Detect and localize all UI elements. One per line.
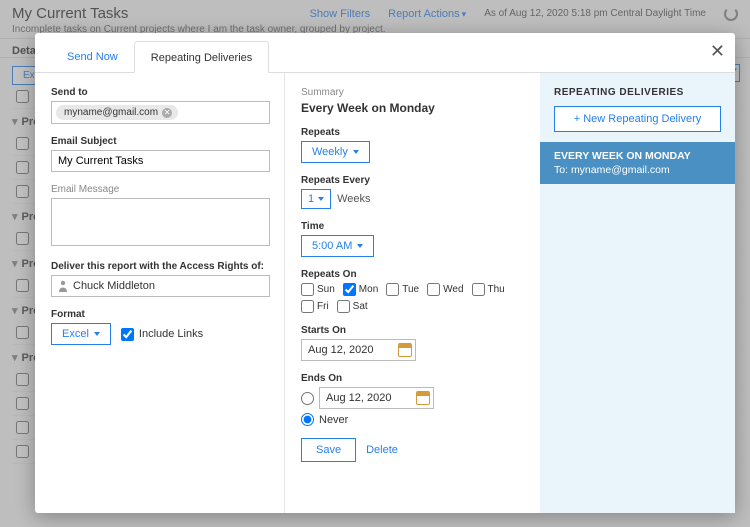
ends-on-never-radio[interactable]	[301, 413, 314, 426]
recipient-pill: myname@gmail.com ✕	[56, 105, 178, 120]
starts-on-label: Starts On	[301, 325, 524, 336]
repeating-deliveries-header: REPEATING DELIVERIES	[540, 87, 735, 106]
summary-text: Every Week on Monday	[301, 101, 524, 115]
time-select[interactable]: 5:00 AM	[301, 235, 374, 257]
ends-on-date-input[interactable]: Aug 12, 2020	[319, 387, 434, 409]
repeats-select[interactable]: Weekly	[301, 141, 370, 163]
day-wed-checkbox[interactable]: Wed	[427, 283, 463, 296]
remove-recipient-icon[interactable]: ✕	[162, 108, 172, 118]
repeats-label: Repeats	[301, 127, 524, 138]
format-label: Format	[51, 309, 270, 320]
delete-link[interactable]: Delete	[366, 444, 398, 456]
ends-on-never-label: Never	[319, 414, 348, 426]
send-to-input[interactable]: myname@gmail.com ✕	[51, 101, 270, 124]
delivery-modal: ✕ Send Now Repeating Deliveries Send to …	[35, 33, 735, 513]
access-rights-label: Deliver this report with the Access Righ…	[51, 261, 270, 272]
delivery-item-selected[interactable]: EVERY WEEK ON MONDAY To: myname@gmail.co…	[540, 142, 735, 184]
subject-input[interactable]	[51, 150, 270, 172]
day-sat-checkbox[interactable]: Sat	[337, 300, 368, 313]
middle-column: Summary Every Week on Monday Repeats Wee…	[285, 73, 540, 513]
repeats-every-unit: Weeks	[337, 193, 370, 205]
day-fri-checkbox[interactable]: Fri	[301, 300, 329, 313]
repeats-every-label: Repeats Every	[301, 175, 524, 186]
summary-label: Summary	[301, 87, 524, 98]
access-rights-input[interactable]: Chuck Middleton	[51, 275, 270, 297]
day-tue-checkbox[interactable]: Tue	[386, 283, 419, 296]
calendar-icon[interactable]	[398, 343, 412, 357]
format-select[interactable]: Excel	[51, 323, 111, 345]
day-sun-checkbox[interactable]: Sun	[301, 283, 335, 296]
time-label: Time	[301, 221, 524, 232]
repeats-every-value-select[interactable]: 1	[301, 189, 331, 209]
tab-repeating-deliveries[interactable]: Repeating Deliveries	[134, 41, 270, 73]
subject-label: Email Subject	[51, 136, 270, 147]
ends-on-date-radio[interactable]	[301, 392, 314, 405]
ends-on-label: Ends On	[301, 373, 524, 384]
new-repeating-delivery-button[interactable]: + New Repeating Delivery	[554, 106, 721, 132]
person-icon	[58, 280, 68, 292]
message-textarea[interactable]	[51, 198, 270, 246]
day-mon-checkbox[interactable]: Mon	[343, 283, 378, 296]
tab-send-now[interactable]: Send Now	[51, 41, 134, 72]
repeats-on-label: Repeats On	[301, 269, 524, 280]
calendar-icon[interactable]	[416, 391, 430, 405]
delivery-item-title: EVERY WEEK ON MONDAY	[554, 150, 721, 162]
delivery-item-recipient: To: myname@gmail.com	[554, 164, 721, 176]
day-thu-checkbox[interactable]: Thu	[472, 283, 505, 296]
message-label: Email Message	[51, 184, 270, 195]
left-column: Send to myname@gmail.com ✕ Email Subject…	[35, 73, 285, 513]
right-column: REPEATING DELIVERIES + New Repeating Del…	[540, 73, 735, 513]
save-button[interactable]: Save	[301, 438, 356, 462]
starts-on-input[interactable]: Aug 12, 2020	[301, 339, 416, 361]
include-links-checkbox[interactable]: Include Links	[121, 328, 203, 341]
send-to-label: Send to	[51, 87, 270, 98]
modal-tabs: Send Now Repeating Deliveries	[35, 41, 735, 73]
close-icon[interactable]: ✕	[710, 41, 725, 62]
